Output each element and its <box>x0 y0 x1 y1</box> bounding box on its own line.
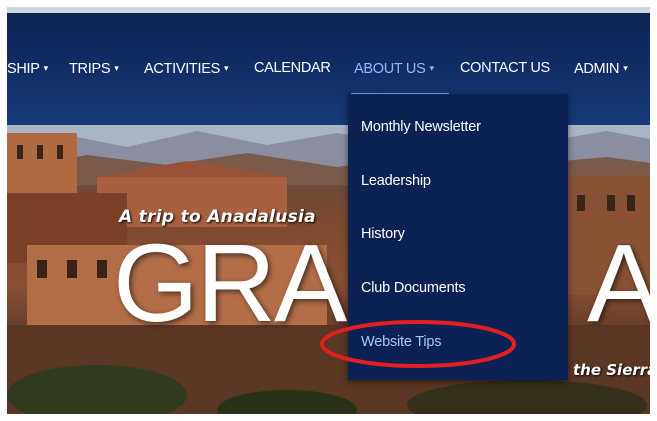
nav-label: ABOUT US <box>354 61 426 77</box>
hero-title: GRA <box>113 222 347 345</box>
nav-item-about-us[interactable]: ABOUT US ▾ <box>354 59 434 78</box>
nav-item-activities[interactable]: ACTIVITIES ▾ <box>144 59 229 78</box>
chevron-down-icon: ▾ <box>223 63 229 73</box>
nav-item-admin[interactable]: ADMIN ▾ <box>574 59 628 78</box>
menu-item-club-documents[interactable]: Club Documents <box>361 280 466 296</box>
nav-label: TRIPS <box>69 61 111 77</box>
menu-item-leadership[interactable]: Leadership <box>361 173 431 189</box>
chevron-down-icon: ▾ <box>43 63 49 73</box>
chevron-down-icon: ▾ <box>623 63 628 73</box>
menu-item-history[interactable]: History <box>361 226 405 242</box>
nav-label: ADMIN <box>574 61 620 77</box>
hero-tagline: the Sierra <box>573 361 650 379</box>
chevron-down-icon: ▾ <box>114 63 119 73</box>
menu-item-monthly-newsletter[interactable]: Monthly Newsletter <box>361 119 481 135</box>
nav-label: SHIP <box>7 61 40 77</box>
nav-item-contact-us[interactable]: CONTACT US <box>460 59 550 77</box>
hero-title-end: A <box>587 222 650 345</box>
nav-label: CALENDAR <box>254 60 331 76</box>
nav-item-membership[interactable]: SHIP ▾ <box>7 59 48 78</box>
nav-label: ACTIVITIES <box>144 61 220 77</box>
chevron-down-icon: ▾ <box>429 63 434 73</box>
nav-label: CONTACT US <box>460 60 550 76</box>
screenshot-frame: SHIP ▾ TRIPS ▾ ACTIVITIES ▾ CALENDAR ABOUT … <box>7 7 650 414</box>
nav-item-trips[interactable]: TRIPS ▾ <box>69 59 119 78</box>
nav-item-calendar[interactable]: CALENDAR <box>254 59 331 77</box>
red-annotation-ellipse <box>320 320 516 368</box>
